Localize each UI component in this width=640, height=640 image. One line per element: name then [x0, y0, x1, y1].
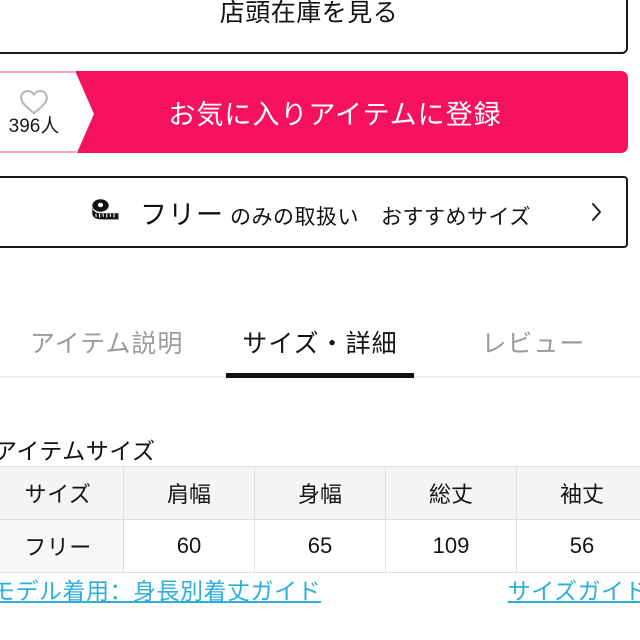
size-selector-button[interactable]: フリー のみの取扱い おすすめサイズ [0, 176, 628, 248]
tab-reviews[interactable]: レビュー [427, 306, 640, 378]
size-selector-text-group: フリー のみの取扱い おすすめサイズ [140, 193, 531, 232]
table-header-cell: サイズ [0, 466, 124, 520]
favorite-count-panel[interactable]: 396人 [0, 71, 94, 153]
favorite-label: お気に入りアイテムに登録 [168, 99, 502, 130]
table-cell: フリー [0, 519, 124, 573]
table-row: フリー 60 65 109 56 [0, 519, 640, 573]
tape-measure-icon [92, 199, 119, 220]
heart-outline-icon [20, 89, 48, 114]
store-stock-button[interactable]: 店頭在庫を見る [0, 0, 628, 54]
table-header-cell: 総丈 [385, 466, 517, 520]
tab-size-detail[interactable]: サイズ・詳細 [213, 306, 426, 378]
table-header-cell: 身幅 [254, 466, 386, 520]
product-detail-page: 店頭在庫を見る お気に入りアイテムに登録 396人 フリー のみの取扱い おすす… [0, 0, 640, 640]
recommended-size-label: おすすめサイズ [381, 205, 531, 229]
size-primary-label: フリー [140, 199, 224, 230]
chevron-right-icon [592, 203, 601, 221]
guide-links: モデル着用：身長別着丈ガイド サイズガイド [0, 572, 640, 606]
table-cell: 65 [254, 519, 386, 573]
store-stock-label: 店頭在庫を見る [219, 0, 399, 27]
item-size-table: サイズ 肩幅 身幅 総丈 袖丈 フリー 60 65 109 56 [0, 466, 640, 573]
model-height-guide-link[interactable]: モデル着用：身長別着丈ガイド [0, 572, 321, 606]
tab-item-description[interactable]: アイテム説明 [0, 306, 213, 378]
tab-label: サイズ・詳細 [242, 330, 398, 358]
table-cell: 109 [385, 519, 517, 573]
favorite-count: 396人 [8, 115, 60, 137]
table-cell: 56 [516, 519, 640, 573]
tab-label: アイテム説明 [29, 330, 184, 358]
add-to-favorites-button[interactable]: お気に入りアイテムに登録 396人 [0, 71, 628, 153]
table-header-cell: 袖丈 [516, 466, 640, 520]
table-cell: 60 [123, 519, 255, 573]
item-size-heading: アイテムサイズ [0, 438, 156, 464]
detail-tabs: アイテム説明 サイズ・詳細 レビュー [0, 306, 640, 378]
table-header-cell: 肩幅 [123, 466, 255, 520]
tab-label: レビュー [481, 330, 586, 358]
table-header-row: サイズ 肩幅 身幅 総丈 袖丈 [0, 466, 640, 520]
size-guide-link[interactable]: サイズガイド [508, 572, 640, 606]
size-availability-label: のみの取扱い [230, 205, 359, 229]
